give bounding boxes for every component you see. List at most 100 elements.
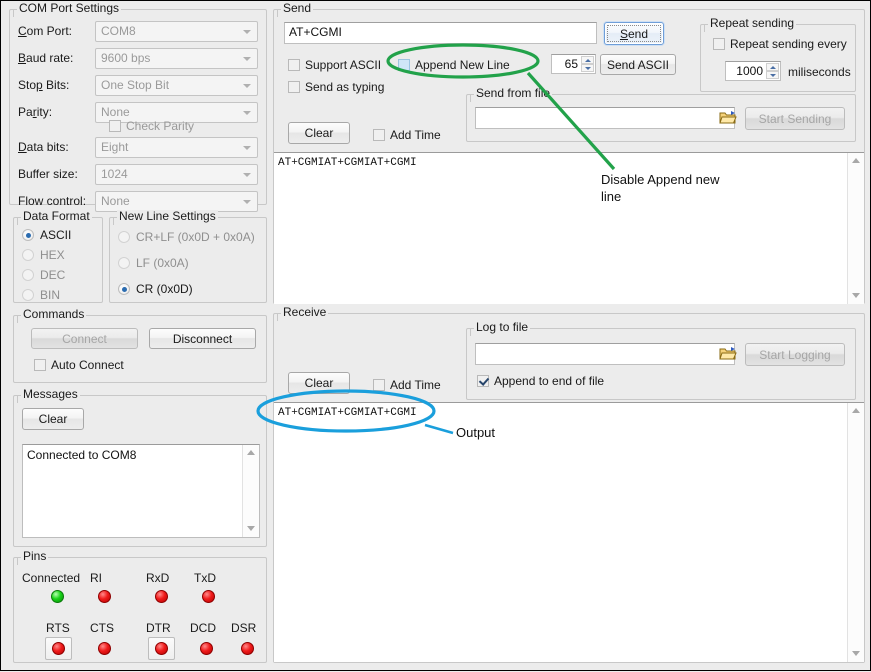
ascii-code-spinner[interactable]: 65 bbox=[551, 54, 596, 74]
send-from-file-group: Send from file Start Sending bbox=[466, 94, 856, 142]
stop-bits-select[interactable]: One Stop Bit bbox=[95, 75, 258, 96]
scroll-up-icon[interactable] bbox=[243, 445, 259, 461]
checkbox-box bbox=[288, 81, 300, 93]
baud-rate-select[interactable]: 9600 bps bbox=[95, 48, 258, 69]
send-clear-label: Clear bbox=[305, 126, 334, 140]
start-logging-label: Start Logging bbox=[759, 348, 830, 362]
connect-button[interactable]: Connect bbox=[31, 328, 138, 349]
disconnect-button-label: Disconnect bbox=[173, 332, 232, 346]
support-ascii-label: Support ASCII bbox=[305, 58, 381, 72]
com-port-label: Com Port: bbox=[18, 24, 72, 38]
receive-scrollbar[interactable] bbox=[847, 403, 864, 662]
receive-clear-label: Clear bbox=[305, 376, 334, 390]
messages-title: Messages bbox=[21, 388, 80, 400]
scroll-down-icon[interactable] bbox=[848, 288, 864, 304]
receive-clear-button[interactable]: Clear bbox=[288, 372, 350, 394]
disconnect-button[interactable]: Disconnect bbox=[149, 328, 256, 349]
send-log-area[interactable]: AT+CGMIAT+CGMIAT+CGMI bbox=[274, 152, 864, 304]
com-port-settings-title: COM Port Settings bbox=[17, 2, 121, 14]
send-log-scrollbar[interactable] bbox=[847, 153, 864, 304]
pin-label-dsr: DSR bbox=[231, 621, 256, 635]
send-button[interactable]: Send bbox=[604, 22, 664, 45]
start-sending-button[interactable]: Start Sending bbox=[745, 107, 845, 130]
baud-rate-label: Baud rate: bbox=[18, 51, 73, 65]
repeat-sending-label: Repeat sending every bbox=[730, 37, 847, 51]
pin-led-cts bbox=[98, 642, 111, 655]
send-add-time-checkbox[interactable]: Add Time bbox=[373, 128, 441, 142]
output-annotation: Output bbox=[456, 424, 495, 441]
pin-label-dtr: DTR bbox=[146, 621, 171, 635]
data-bits-select[interactable]: Eight bbox=[95, 137, 258, 158]
pin-label-ri: RI bbox=[90, 571, 102, 585]
messages-clear-button[interactable]: Clear bbox=[22, 408, 84, 430]
log-file-path-input[interactable] bbox=[475, 343, 735, 365]
checkbox-box bbox=[477, 375, 489, 387]
auto-connect-checkbox[interactable]: Auto Connect bbox=[34, 358, 124, 372]
com-port-value: COM8 bbox=[101, 24, 136, 38]
radio-circle bbox=[118, 257, 130, 269]
radio-data-format-dec[interactable]: DEC bbox=[22, 268, 65, 282]
com-port-select[interactable]: COM8 bbox=[95, 21, 258, 42]
receive-output-area[interactable]: AT+CGMIAT+CGMIAT+CGMI bbox=[274, 402, 864, 662]
stop-bits-label: Stop Bits: bbox=[18, 78, 69, 92]
radio-newline-crlf[interactable]: CR+LF (0x0D + 0x0A) bbox=[118, 230, 255, 244]
scroll-down-icon[interactable] bbox=[243, 521, 259, 537]
radio-newline-cr[interactable]: CR (0x0D) bbox=[118, 282, 193, 296]
folder-icon[interactable] bbox=[719, 110, 737, 125]
pin-label-dcd: DCD bbox=[190, 621, 216, 635]
radio-data-format-hex[interactable]: HEX bbox=[22, 248, 65, 262]
radio-newline-lf[interactable]: LF (0x0A) bbox=[118, 256, 189, 270]
checkbox-box bbox=[373, 379, 385, 391]
send-as-typing-label: Send as typing bbox=[305, 80, 384, 94]
ascii-code-value: 65 bbox=[565, 57, 578, 71]
checkbox-box bbox=[373, 129, 385, 141]
spinner-down-icon[interactable] bbox=[581, 64, 594, 72]
folder-icon[interactable] bbox=[719, 346, 737, 361]
append-new-line-label: Append New Line bbox=[415, 58, 510, 72]
send-command-input[interactable]: AT+CGMI bbox=[284, 22, 597, 44]
radio-circle bbox=[22, 249, 34, 261]
messages-scrollbar[interactable] bbox=[242, 445, 259, 537]
checkbox-box bbox=[398, 59, 410, 71]
append-end-of-file-label: Append to end of file bbox=[494, 374, 604, 388]
receive-add-time-checkbox[interactable]: Add Time bbox=[373, 378, 441, 392]
radio-data-format-bin[interactable]: BIN bbox=[22, 288, 60, 302]
checkbox-box bbox=[713, 38, 725, 50]
checkbox-box bbox=[288, 59, 300, 71]
send-clear-button[interactable]: Clear bbox=[288, 122, 350, 144]
data-format-title: Data Format bbox=[21, 210, 92, 222]
send-add-time-label: Add Time bbox=[390, 128, 441, 142]
new-line-settings-group: New Line Settings CR+LF (0x0D + 0x0A) LF… bbox=[109, 217, 267, 303]
chevron-down-icon bbox=[243, 173, 251, 177]
messages-log[interactable]: Connected to COM8 bbox=[22, 444, 260, 538]
chevron-down-icon bbox=[243, 146, 251, 150]
scroll-up-icon[interactable] bbox=[848, 403, 864, 419]
spinner-down-icon[interactable] bbox=[766, 71, 779, 79]
scroll-down-icon[interactable] bbox=[848, 646, 864, 662]
append-new-line-checkbox[interactable]: Append New Line bbox=[398, 58, 510, 72]
radio-label: LF (0x0A) bbox=[136, 256, 189, 270]
log-to-file-group: Log to file Start Logging Append to end … bbox=[466, 328, 856, 400]
data-bits-label: Data bits: bbox=[18, 140, 69, 154]
buffer-size-select[interactable]: 1024 bbox=[95, 164, 258, 185]
chevron-down-icon bbox=[243, 30, 251, 34]
chevron-down-icon bbox=[243, 57, 251, 61]
support-ascii-checkbox[interactable]: Support ASCII bbox=[288, 58, 381, 72]
repeat-sending-checkbox[interactable]: Repeat sending every bbox=[713, 37, 847, 51]
repeat-interval-spinner[interactable]: 1000 bbox=[725, 61, 781, 81]
send-file-path-input[interactable] bbox=[475, 107, 735, 129]
check-parity-checkbox[interactable]: Check Parity bbox=[109, 119, 194, 133]
disable-append-annotation: Disable Append new line bbox=[601, 171, 771, 205]
send-as-typing-checkbox[interactable]: Send as typing bbox=[288, 80, 384, 94]
start-logging-button[interactable]: Start Logging bbox=[745, 343, 845, 366]
start-sending-label: Start Sending bbox=[759, 112, 832, 126]
messages-clear-label: Clear bbox=[39, 412, 68, 426]
data-format-group: Data Format ASCII HEX DEC BIN bbox=[13, 217, 103, 303]
spinner-up-icon[interactable] bbox=[581, 56, 594, 64]
send-ascii-button[interactable]: Send ASCII bbox=[600, 54, 676, 75]
spinner-up-icon[interactable] bbox=[766, 63, 779, 71]
radio-data-format-ascii[interactable]: ASCII bbox=[22, 228, 71, 242]
append-end-of-file-checkbox[interactable]: Append to end of file bbox=[477, 374, 604, 388]
scroll-up-icon[interactable] bbox=[848, 153, 864, 169]
send-ascii-label: Send ASCII bbox=[607, 58, 669, 72]
